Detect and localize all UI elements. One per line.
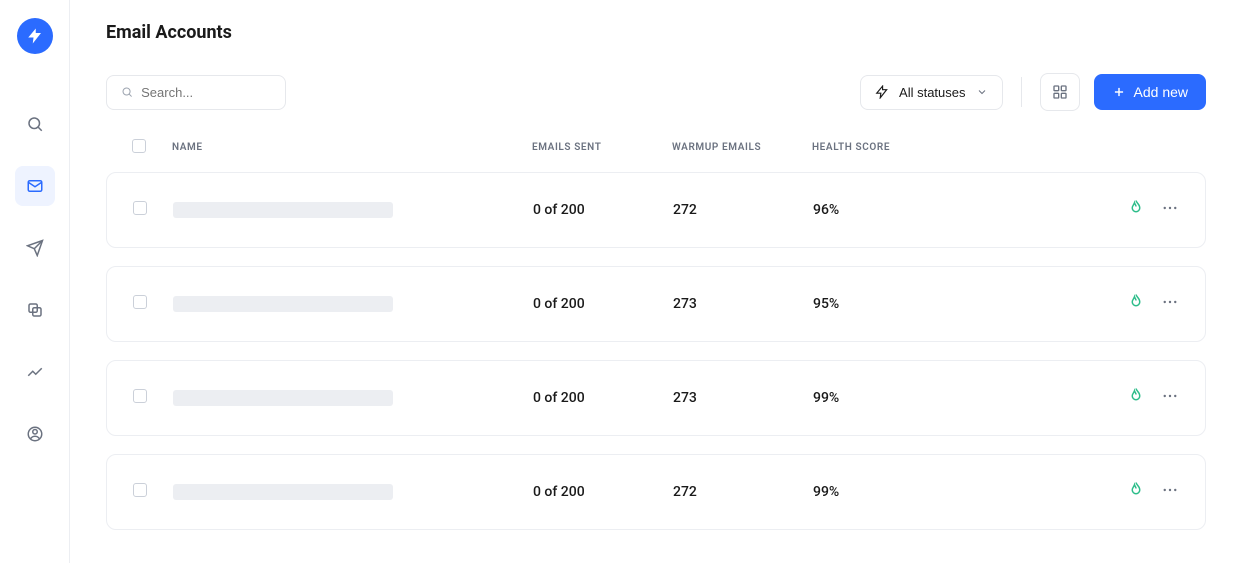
row-checkbox[interactable] bbox=[133, 389, 147, 403]
cell-warmup-emails: 272 bbox=[673, 202, 813, 218]
table-header: NAME EMAILS SENT WARMUP EMAILS HEALTH SC… bbox=[106, 139, 1206, 172]
status-filter-label: All statuses bbox=[899, 85, 965, 100]
cell-warmup-emails: 273 bbox=[673, 296, 813, 312]
name-placeholder bbox=[173, 390, 393, 406]
chart-icon bbox=[26, 363, 44, 381]
nav-email[interactable] bbox=[15, 166, 55, 206]
warmup-fire-icon[interactable] bbox=[1127, 199, 1145, 221]
name-placeholder bbox=[173, 484, 393, 500]
copy-icon bbox=[26, 301, 44, 319]
grid-icon bbox=[1052, 84, 1068, 100]
add-new-label: Add new bbox=[1134, 84, 1188, 100]
send-icon bbox=[26, 239, 44, 257]
more-actions-icon[interactable] bbox=[1161, 199, 1179, 221]
app-logo[interactable] bbox=[17, 18, 53, 54]
cell-health-score: 99% bbox=[813, 390, 1099, 406]
cell-emails-sent: 0 of 200 bbox=[533, 390, 673, 406]
nav-send[interactable] bbox=[15, 228, 55, 268]
warmup-fire-icon[interactable] bbox=[1127, 387, 1145, 409]
column-warmup-emails: WARMUP EMAILS bbox=[672, 142, 812, 153]
cell-health-score: 99% bbox=[813, 484, 1099, 500]
column-name: NAME bbox=[172, 142, 532, 153]
select-all-checkbox[interactable] bbox=[132, 139, 146, 153]
warmup-fire-icon[interactable] bbox=[1127, 481, 1145, 503]
user-icon bbox=[26, 425, 44, 443]
cell-health-score: 95% bbox=[813, 296, 1099, 312]
add-new-button[interactable]: Add new bbox=[1094, 74, 1206, 110]
nav-search[interactable] bbox=[15, 104, 55, 144]
search-icon bbox=[26, 115, 44, 133]
toolbar-divider bbox=[1021, 77, 1022, 107]
mail-icon bbox=[26, 177, 44, 195]
chevron-down-icon bbox=[976, 86, 988, 98]
search-input[interactable] bbox=[141, 85, 271, 100]
warmup-fire-icon[interactable] bbox=[1127, 293, 1145, 315]
search-box[interactable] bbox=[106, 75, 286, 110]
plus-icon bbox=[1112, 85, 1126, 99]
table-row[interactable]: 0 of 200 272 99% bbox=[106, 454, 1206, 530]
name-placeholder bbox=[173, 202, 393, 218]
row-checkbox[interactable] bbox=[133, 201, 147, 215]
lightning-icon bbox=[26, 27, 44, 45]
column-emails-sent: EMAILS SENT bbox=[532, 142, 672, 153]
row-checkbox[interactable] bbox=[133, 483, 147, 497]
lightning-icon bbox=[875, 85, 889, 99]
nav-copy[interactable] bbox=[15, 290, 55, 330]
cell-warmup-emails: 273 bbox=[673, 390, 813, 406]
nav-profile[interactable] bbox=[15, 414, 55, 454]
cell-emails-sent: 0 of 200 bbox=[533, 484, 673, 500]
cell-warmup-emails: 272 bbox=[673, 484, 813, 500]
search-icon bbox=[121, 85, 133, 99]
sidebar bbox=[0, 0, 70, 563]
more-actions-icon[interactable] bbox=[1161, 293, 1179, 315]
more-actions-icon[interactable] bbox=[1161, 481, 1179, 503]
row-checkbox[interactable] bbox=[133, 295, 147, 309]
table-row[interactable]: 0 of 200 272 96% bbox=[106, 172, 1206, 248]
status-filter[interactable]: All statuses bbox=[860, 75, 1002, 110]
name-placeholder bbox=[173, 296, 393, 312]
more-actions-icon[interactable] bbox=[1161, 387, 1179, 409]
cell-emails-sent: 0 of 200 bbox=[533, 296, 673, 312]
nav-analytics[interactable] bbox=[15, 352, 55, 392]
view-grid-button[interactable] bbox=[1040, 73, 1080, 111]
cell-emails-sent: 0 of 200 bbox=[533, 202, 673, 218]
table-row[interactable]: 0 of 200 273 95% bbox=[106, 266, 1206, 342]
column-health-score: HEALTH SCORE bbox=[812, 142, 1180, 153]
cell-health-score: 96% bbox=[813, 202, 1099, 218]
page-title: Email Accounts bbox=[106, 22, 1206, 43]
table-row[interactable]: 0 of 200 273 99% bbox=[106, 360, 1206, 436]
